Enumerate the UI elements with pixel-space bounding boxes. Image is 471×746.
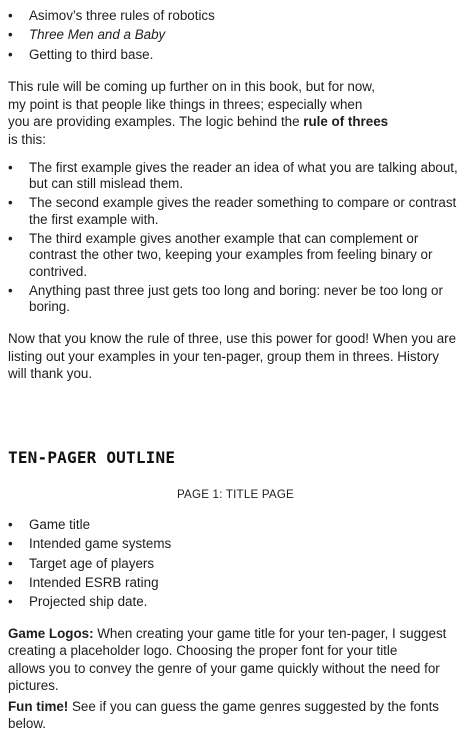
conclusion-line: will thank you. <box>8 366 93 381</box>
bullet-icon: • <box>8 160 13 175</box>
list-item: • Getting to third base. <box>8 45 465 64</box>
list-item: • Target age of players <box>8 554 465 573</box>
bullet-icon: • <box>8 517 13 532</box>
list-item-text: Asimov’s three rules of robotics <box>29 8 215 23</box>
list-item: • Projected ship date. <box>8 592 465 611</box>
list-item-line: The second example gives the reader some… <box>29 195 457 211</box>
rule-of-threes-term: rule of threes <box>303 114 389 129</box>
list-item-line: but can still mislead them. <box>29 176 184 192</box>
bullet-icon: • <box>8 8 13 23</box>
list-item-text: Target age of players <box>29 555 155 571</box>
game-logos-line: Game Logos: When creating your game titl… <box>8 625 465 642</box>
list-item: • Anything past three just gets too long… <box>8 283 465 316</box>
conclusion-line: Now that you know the rule of three, use… <box>8 331 457 346</box>
list-item-line: The third example gives another example … <box>29 230 419 246</box>
list-item: • The third example gives another exampl… <box>8 231 465 280</box>
bullet-icon: • <box>8 536 13 552</box>
bullet-icon: • <box>8 555 13 571</box>
list-item: • The second example gives the reader so… <box>8 195 465 228</box>
fun-time-line: below. <box>8 716 46 732</box>
list-item-line: Anything past three just gets too long a… <box>29 282 443 298</box>
intro-line: This rule will be coming up further on i… <box>8 79 375 94</box>
intro-paragraph: This rule will be coming up further on i… <box>8 78 465 148</box>
bullet-icon: • <box>8 195 13 211</box>
conclusion-paragraph: Now that you know the rule of three, use… <box>8 330 465 383</box>
bullet-icon: • <box>8 46 13 62</box>
list-item: • The first example gives the reader an … <box>8 160 465 193</box>
list-item-line: contrast the other two, keeping your exa… <box>29 247 433 263</box>
bullet-icon: • <box>8 27 13 43</box>
bullet-icon: • <box>8 282 13 298</box>
bullet-icon: • <box>8 574 13 590</box>
fun-time-paragraph: Fun time! See if you can guess the game … <box>8 698 465 733</box>
game-logos-line: allows you to convey the genre of your g… <box>8 660 440 676</box>
fun-time-label: Fun time! <box>8 699 69 714</box>
game-logos-line: pictures. <box>8 678 59 694</box>
section-title: TEN-PAGER OUTLINE <box>8 448 176 467</box>
list-item: • Three Men and a Baby <box>8 25 465 44</box>
list-item: • Game title <box>8 515 465 534</box>
game-logos-paragraph: Game Logos: When creating your game titl… <box>8 625 465 695</box>
game-logos-line: creating a placeholder logo. Choosing th… <box>8 643 398 659</box>
robotics-examples-list: • Asimov’s three rules of robotics • Three… <box>8 6 465 64</box>
intro-line: my point is that people like things in t… <box>8 96 363 112</box>
list-item-text: Projected ship date. <box>29 594 148 610</box>
title-page-outline-list: • Game title • Intended game systems • Targ… <box>8 515 465 611</box>
list-item-text: Intended game systems <box>29 536 172 552</box>
bullet-icon: • <box>8 230 13 246</box>
list-item: • Intended game systems <box>8 534 465 553</box>
list-item-text: Getting to third base. <box>29 46 154 62</box>
list-item-text: Three Men and a Baby <box>29 27 166 43</box>
list-item-line: contrived. <box>29 263 88 279</box>
fun-time-line: Fun time! See if you can guess the game … <box>8 698 465 715</box>
bullet-icon: • <box>8 594 13 610</box>
list-item-line: boring. <box>29 299 70 315</box>
game-logos-label: Game Logos: <box>8 626 94 641</box>
game-logos-text: When creating your game title for your t… <box>93 626 447 641</box>
list-item-text: Game title <box>29 517 91 532</box>
list-item-line: The first example gives the reader an id… <box>29 160 458 175</box>
list-item: • Asimov’s three rules of robotics <box>8 6 465 25</box>
rule-of-threes-list: • The first example gives the reader an … <box>8 160 465 315</box>
list-item-line: the first example with. <box>29 211 159 227</box>
page-caption: PAGE 1: TITLE PAGE <box>176 488 294 501</box>
conclusion-line: listing out your examples in your ten-pa… <box>8 348 439 364</box>
intro-line: is this: <box>8 131 46 147</box>
list-item: • Intended ESRB rating <box>8 573 465 592</box>
intro-line: you are providing examples. The logic be… <box>8 113 465 131</box>
fun-time-text: See if you can guess the game genres sug… <box>68 699 439 714</box>
list-item-text: Intended ESRB rating <box>29 574 159 590</box>
intro-text: you are providing examples. The logic be… <box>8 114 304 129</box>
